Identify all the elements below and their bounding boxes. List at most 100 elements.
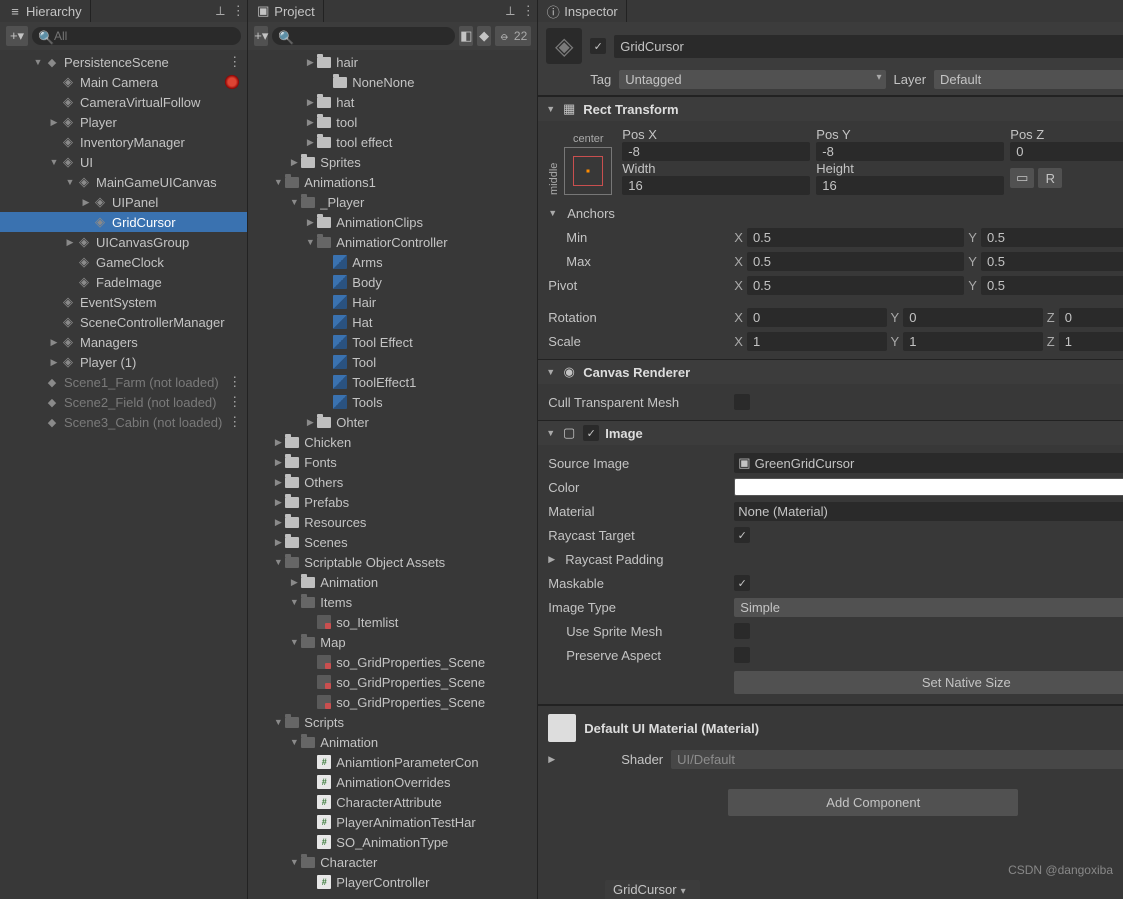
tree-row[interactable]: GridCursor [0, 212, 247, 232]
foldout-arrow-icon[interactable] [48, 336, 60, 348]
tree-row[interactable]: Arms [248, 252, 537, 272]
scl-y[interactable] [903, 332, 1043, 351]
tree-row[interactable]: UI [0, 152, 247, 172]
tree-row[interactable]: AnimatiorController [248, 232, 537, 252]
rot-x[interactable] [747, 308, 887, 327]
material-field[interactable]: None (Material) [734, 502, 1123, 521]
tree-row[interactable]: UIPanel [0, 192, 247, 212]
tree-row[interactable]: CameraVirtualFollow [0, 92, 247, 112]
inspector-tab[interactable]: ⓘ Inspector [538, 0, 626, 22]
anchor-preset-button[interactable]: middle center [548, 133, 612, 195]
pivot-x[interactable] [747, 276, 964, 295]
tree-row[interactable]: hat [248, 92, 537, 112]
raycast-checkbox[interactable] [734, 527, 750, 543]
set-native-size-button[interactable]: Set Native Size [734, 671, 1123, 694]
tree-row[interactable]: so_GridProperties_Scene [248, 652, 537, 672]
foldout-arrow-icon[interactable] [304, 116, 316, 128]
lock-icon[interactable]: ⟂ [211, 2, 229, 20]
tree-row[interactable]: Body [248, 272, 537, 292]
height-field[interactable] [816, 176, 1004, 195]
search-input[interactable] [54, 29, 235, 43]
layer-dropdown[interactable]: Default [934, 70, 1123, 89]
tree-row[interactable]: FadeImage [0, 272, 247, 292]
material-preview[interactable] [548, 714, 576, 742]
raw-edit-button[interactable]: R [1038, 168, 1062, 188]
hierarchy-tab[interactable]: ≡ Hierarchy [0, 0, 91, 22]
foldout-arrow-icon[interactable] [288, 576, 300, 588]
tree-row[interactable]: Scriptable Object Assets [248, 552, 537, 572]
tree-row[interactable]: Items [248, 592, 537, 612]
tree-row[interactable]: Sprites [248, 152, 537, 172]
tree-row[interactable]: Main Camera [0, 72, 247, 92]
tree-row[interactable]: so_GridProperties_Scene [248, 672, 537, 692]
tree-row[interactable]: UICanvasGroup [0, 232, 247, 252]
active-checkbox[interactable] [590, 38, 606, 54]
tree-row[interactable]: NoneNone [248, 72, 537, 92]
foldout-arrow-icon[interactable] [64, 236, 76, 248]
tree-row[interactable]: Hair [248, 292, 537, 312]
image-type-dropdown[interactable]: Simple [734, 598, 1123, 617]
tree-row[interactable]: Tools [248, 392, 537, 412]
name-field[interactable] [614, 35, 1123, 58]
foldout-arrow-icon[interactable] [288, 196, 300, 208]
foldout-arrow-icon[interactable] [272, 556, 284, 568]
filter-label-button[interactable]: ◆ [477, 26, 491, 46]
filter-type-button[interactable]: ◧ [459, 26, 473, 46]
foldout-arrow-icon[interactable] [272, 536, 284, 548]
tree-row[interactable]: Others [248, 472, 537, 492]
create-button[interactable]: +▾ [6, 26, 28, 46]
tree-row[interactable]: AnimationClips [248, 212, 537, 232]
project-search[interactable]: 🔍 [272, 27, 455, 45]
foldout-arrow-icon[interactable] [304, 416, 316, 428]
hierarchy-search[interactable]: 🔍 [32, 27, 241, 45]
tree-row[interactable]: Scene3_Cabin (not loaded)⋮ [0, 412, 247, 432]
anchors-max-y[interactable] [981, 252, 1123, 271]
tree-row[interactable]: PersistenceScene⋮ [0, 52, 247, 72]
foldout-arrow-icon[interactable] [288, 856, 300, 868]
tree-row[interactable]: Tool Effect [248, 332, 537, 352]
foldout-arrow-icon[interactable] [304, 236, 316, 248]
color-field[interactable] [734, 478, 1123, 496]
tree-row[interactable]: tool [248, 112, 537, 132]
tree-row[interactable]: SO_AnimationType [248, 832, 537, 852]
preview-dropdown[interactable]: GridCursor [605, 880, 700, 899]
scl-x[interactable] [747, 332, 887, 351]
shader-dropdown[interactable]: UI/Default [671, 750, 1123, 769]
tree-row[interactable]: Scripts [248, 712, 537, 732]
foldout-arrow-icon[interactable] [272, 176, 284, 188]
foldout-arrow-icon[interactable] [304, 216, 316, 228]
blueprint-mode-button[interactable]: ▭ [1010, 168, 1034, 188]
foldout-arrow-icon[interactable] [272, 476, 284, 488]
tree-row[interactable]: Scenes [248, 532, 537, 552]
anchors-min-x[interactable] [747, 228, 964, 247]
tree-row[interactable]: Scene1_Farm (not loaded)⋮ [0, 372, 247, 392]
tree-row[interactable]: Scene2_Field (not loaded)⋮ [0, 392, 247, 412]
foldout-arrow-icon[interactable] [80, 196, 92, 208]
component-enabled-checkbox[interactable] [583, 425, 599, 441]
tree-row[interactable]: Managers [0, 332, 247, 352]
create-button[interactable]: +▾ [254, 26, 268, 46]
foldout-arrow-icon[interactable] [288, 156, 300, 168]
search-input[interactable] [294, 29, 449, 43]
foldout-arrow-icon[interactable] [272, 516, 284, 528]
foldout-arrow-icon[interactable] [64, 176, 76, 188]
pivot-y[interactable] [981, 276, 1123, 295]
context-menu-icon[interactable]: ⋮ [222, 394, 247, 410]
tree-row[interactable]: Hat [248, 312, 537, 332]
foldout-arrow-icon[interactable] [288, 596, 300, 608]
tree-row[interactable]: PlayerController [248, 872, 537, 892]
foldout-arrow-icon[interactable] [288, 736, 300, 748]
tree-row[interactable]: Animation [248, 572, 537, 592]
lock-icon[interactable]: ⟂ [501, 2, 519, 20]
foldout-icon[interactable]: ▼ [546, 367, 555, 377]
tree-row[interactable]: Character [248, 852, 537, 872]
tree-row[interactable]: Chicken [248, 432, 537, 452]
tree-row[interactable]: so_Itemlist [248, 612, 537, 632]
use-sprite-checkbox[interactable] [734, 623, 750, 639]
foldout-arrow-icon[interactable] [272, 496, 284, 508]
foldout-icon[interactable]: ▼ [546, 104, 555, 114]
tree-row[interactable]: AniamtionParameterCon [248, 752, 537, 772]
foldout-arrow-icon[interactable] [32, 56, 44, 68]
foldout-arrow-icon[interactable] [288, 636, 300, 648]
anchors-foldout[interactable]: ▼ [548, 208, 557, 218]
